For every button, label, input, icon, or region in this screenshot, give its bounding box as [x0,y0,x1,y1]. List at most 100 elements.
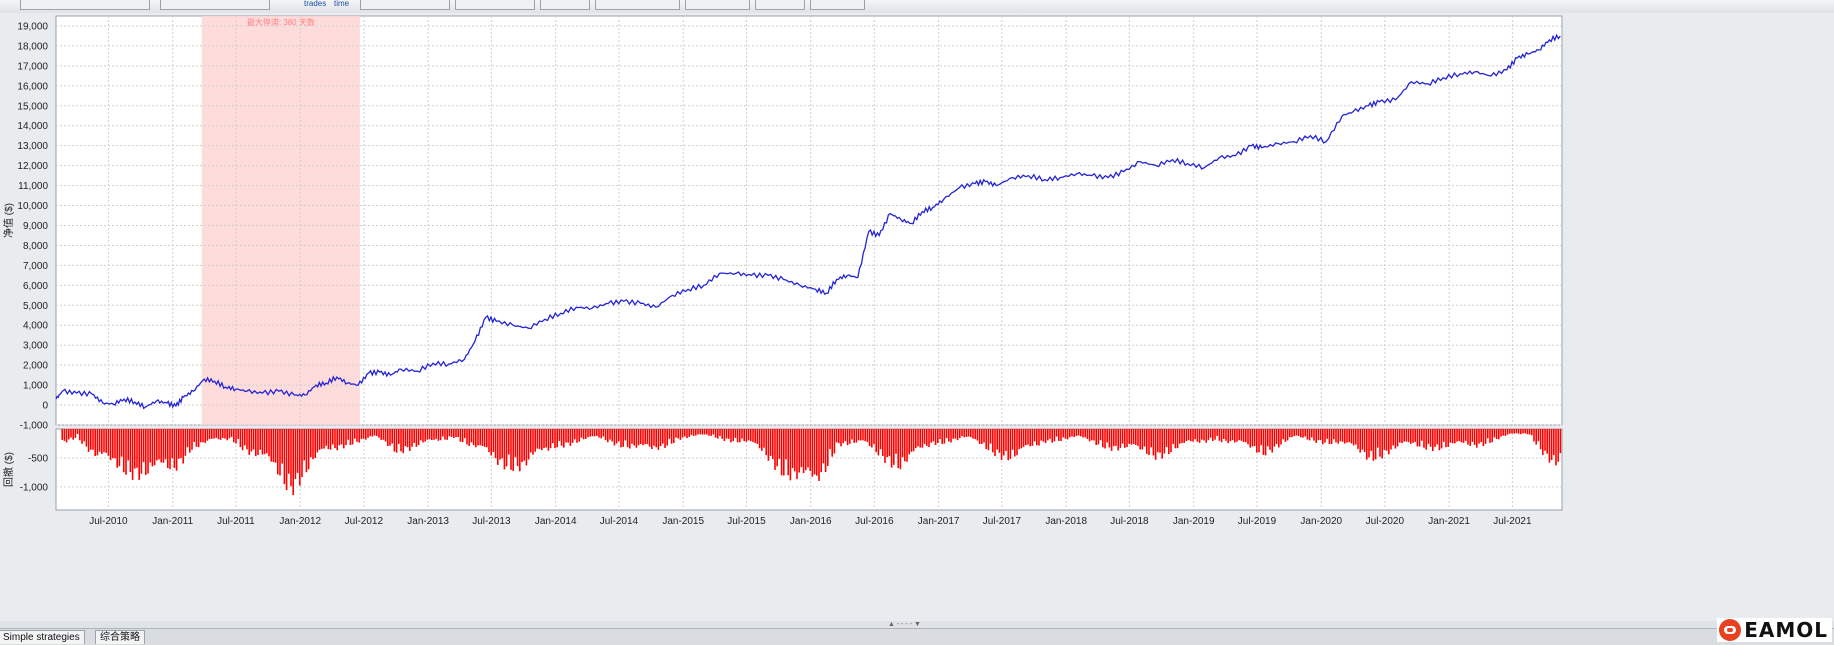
drawdown-bar [1454,429,1456,444]
drawdown-bar [622,429,624,447]
drawdown-bar [1165,429,1168,448]
drawdown-bar [314,429,316,459]
toolbar-field[interactable] [20,0,150,10]
toolbar-export-button[interactable] [810,0,865,10]
drawdown-bar [1093,429,1095,441]
drawdown-bar [1553,429,1555,456]
drawdown-bar [1066,429,1069,440]
drawdown-bar [633,429,635,446]
drawdown-bar [127,429,129,461]
drawdown-bar [899,429,902,470]
drawdown-bar [945,429,948,439]
drawdown-bar [448,429,451,437]
drawdown-bar [538,429,541,449]
drawdown-bar [811,429,814,477]
equity-tick-label: 12,000 [17,161,48,172]
drawdown-bar [1220,429,1223,443]
drawdown-bar [288,429,290,474]
drawdown-bar [761,429,763,451]
drawdown-bar [1412,429,1414,443]
drawdown-bar [820,429,822,473]
drawdown-bar [131,429,134,480]
toolbar-zoom-button[interactable] [685,0,750,10]
drawdown-bar [778,429,781,459]
drawdown-bar [1269,429,1271,450]
drawdown-bar [323,429,325,449]
drawdown-bar [1535,429,1537,445]
drawdown-bar [1080,429,1082,437]
toolbar-button-group[interactable] [360,0,450,10]
toolbar-pan-button[interactable] [755,0,805,10]
max-stagnation-highlight [201,16,360,425]
drawdown-bar [1546,429,1548,454]
drawdown-bar [743,429,745,442]
tab-combined-strategies[interactable]: 综合策略 [95,630,145,644]
drawdown-bar [1095,429,1097,446]
drawdown-bar [459,429,462,442]
drawdown-bar [1489,429,1491,443]
drawdown-bar [1003,429,1005,456]
drawdown-bar [426,429,429,440]
drawdown-bar [653,429,655,446]
trades-toggle[interactable]: trades [304,0,326,8]
drawdown-bar [241,429,244,451]
drawdown-bar [939,429,941,440]
drawdown-bar [1124,429,1126,448]
drawdown-bar [789,429,792,481]
drawdown-bar [472,429,475,446]
drawdown-bar [1315,429,1317,443]
drawdown-bar [1238,429,1240,441]
drawdown-bar [849,429,851,444]
drawdown-bar [941,429,943,444]
toolbar-view-button[interactable] [595,0,680,10]
drawdown-bar [257,429,259,455]
panel-splitter[interactable]: ▲ - - - - ▼ [0,621,1834,628]
drawdown-bar [1286,429,1289,441]
drawdown-bar [1291,429,1293,438]
drawdown-bar [376,429,378,436]
drawdown-bar [860,429,862,441]
equity-tick-label: 17,000 [17,61,48,72]
drawdown-bar [1187,429,1190,441]
x-tick-label: Jul-2017 [983,516,1022,527]
drawdown-bar [1141,429,1144,450]
drawdown-bar [76,429,79,435]
toolbar-line-button[interactable] [540,0,590,10]
drawdown-bar [1154,429,1157,460]
drawdown-bar [1434,429,1436,447]
drawdown-bar [492,429,495,452]
drawdown-bar [120,429,123,457]
drawdown-bar [1284,429,1287,442]
drawdown-bar [109,429,112,461]
drawdown-bar [1522,429,1524,434]
drawdown-bar [1440,429,1443,449]
drawdown-bar [1273,429,1276,447]
splitter-handle[interactable]: ▲ - - - - ▼ [888,621,921,628]
drawdown-bar [710,429,712,436]
toolbar-date-field[interactable] [160,0,270,10]
drawdown-bar [827,429,829,466]
drawdown-bar [285,429,288,491]
toolbar-chart-button[interactable] [455,0,535,10]
drawdown-bar [1526,429,1529,435]
drawdown-bar [763,429,765,448]
drawdown-bar [1053,429,1056,442]
drawdown-bar [563,429,565,448]
drawdown-bar [1390,429,1392,450]
drawdown-bar [85,429,88,447]
drawdown-bar [699,429,701,435]
drawdown-bar [261,429,264,455]
drawdown-bar [1161,429,1163,459]
equity-tick-label: 0 [42,401,48,412]
drawdown-bar [798,429,800,473]
drawdown-bar [873,429,875,445]
drawdown-bar [488,429,490,453]
drawdown-bar [1502,429,1504,436]
drawdown-bar [1513,429,1515,434]
drawdown-bar [829,429,831,450]
time-toggle[interactable]: time [334,0,349,8]
x-tick-label: Jul-2014 [600,516,639,527]
drawdown-bar [68,429,70,440]
tab-simple-strategies[interactable]: Simple strategies [0,630,85,644]
x-tick-label: Jan-2011 [152,516,193,527]
